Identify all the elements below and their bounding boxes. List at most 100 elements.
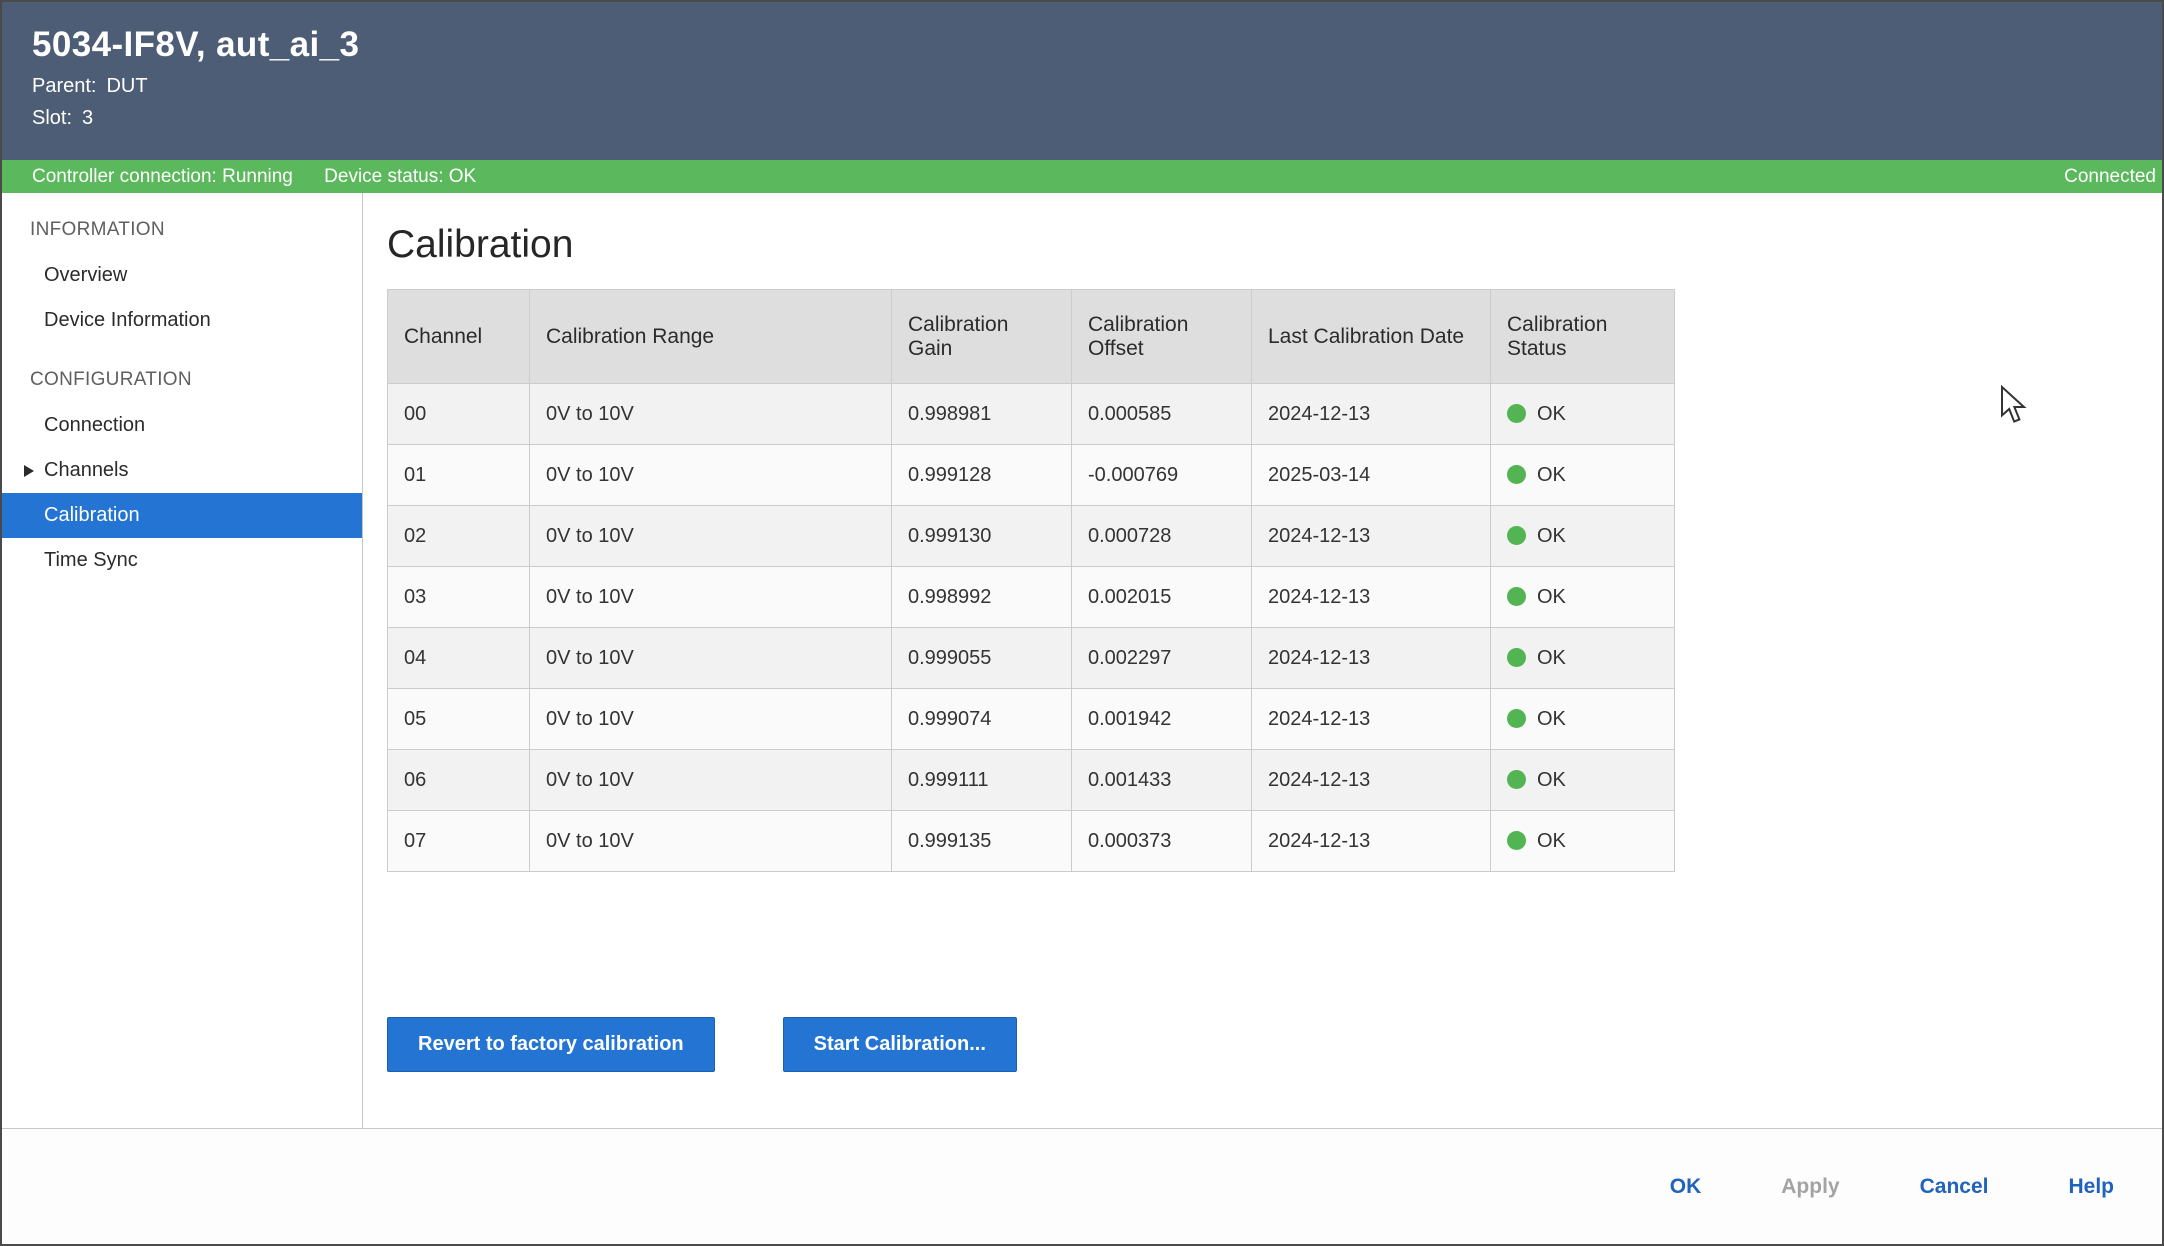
- cell-channel: 04: [388, 628, 530, 689]
- main-panel: Calibration ChannelCalibration RangeCali…: [363, 193, 2162, 1128]
- cell-range: 0V to 10V: [530, 567, 892, 628]
- table-row: 060V to 10V0.9991110.0014332024-12-13OK: [388, 750, 1675, 811]
- sidebar-item-channels[interactable]: Channels: [2, 448, 362, 493]
- cell-gain: 0.998981: [892, 384, 1072, 445]
- cell-date: 2024-12-13: [1252, 506, 1491, 567]
- cell-status: OK: [1491, 567, 1675, 628]
- cell-range: 0V to 10V: [530, 750, 892, 811]
- revert-factory-calibration-button[interactable]: Revert to factory calibration: [387, 1017, 715, 1072]
- action-button-row: Revert to factory calibration Start Cali…: [387, 1017, 2162, 1072]
- cell-channel: 07: [388, 811, 530, 872]
- ok-button[interactable]: OK: [1670, 1175, 1702, 1199]
- cell-channel: 00: [388, 384, 530, 445]
- cell-status: OK: [1491, 628, 1675, 689]
- cell-gain: 0.999074: [892, 689, 1072, 750]
- help-button[interactable]: Help: [2068, 1175, 2114, 1199]
- cell-date: 2025-03-14: [1252, 445, 1491, 506]
- slot-value: 3: [82, 107, 93, 129]
- parent-label: Parent:: [32, 75, 96, 97]
- sidebar-item-label: Time Sync: [44, 549, 138, 571]
- cell-status: OK: [1491, 689, 1675, 750]
- calibration-table: ChannelCalibration RangeCalibration Gain…: [387, 289, 1675, 872]
- apply-button[interactable]: Apply: [1781, 1175, 1839, 1199]
- cell-channel: 01: [388, 445, 530, 506]
- header-row: ChannelCalibration RangeCalibration Gain…: [388, 290, 1675, 384]
- status-ok-icon: [1507, 404, 1526, 423]
- cell-gain: 0.999055: [892, 628, 1072, 689]
- column-header-gain: Calibration Gain: [892, 290, 1072, 384]
- cell-offset: 0.002297: [1072, 628, 1252, 689]
- table-row: 000V to 10V0.9989810.0005852024-12-13OK: [388, 384, 1675, 445]
- cell-status: OK: [1491, 506, 1675, 567]
- cell-range: 0V to 10V: [530, 689, 892, 750]
- status-ok-icon: [1507, 709, 1526, 728]
- cell-range: 0V to 10V: [530, 811, 892, 872]
- cell-channel: 05: [388, 689, 530, 750]
- device-header: 5034-IF8V, aut_ai_3 Parent:DUT Slot:3: [2, 2, 2162, 160]
- cell-status: OK: [1491, 384, 1675, 445]
- table-row: 010V to 10V0.999128-0.0007692025-03-14OK: [388, 445, 1675, 506]
- connected-indicator: Connected: [2064, 166, 2156, 188]
- dialog-footer: OK Apply Cancel Help: [2, 1128, 2162, 1244]
- table-row: 020V to 10V0.9991300.0007282024-12-13OK: [388, 506, 1675, 567]
- calibration-table-head: ChannelCalibration RangeCalibration Gain…: [388, 290, 1675, 384]
- cell-offset: 0.002015: [1072, 567, 1252, 628]
- status-bar: Controller connection: Running Device st…: [2, 160, 2162, 193]
- cell-offset: 0.001942: [1072, 689, 1252, 750]
- table-row: 040V to 10V0.9990550.0022972024-12-13OK: [388, 628, 1675, 689]
- cell-date: 2024-12-13: [1252, 689, 1491, 750]
- sidebar-item-label: Calibration: [44, 504, 140, 526]
- content-area: INFORMATIONOverview Device Information CON…: [2, 193, 2162, 1128]
- cell-offset: 0.000728: [1072, 506, 1252, 567]
- cell-date: 2024-12-13: [1252, 750, 1491, 811]
- page-title: Calibration: [387, 223, 2162, 267]
- start-calibration-button[interactable]: Start Calibration...: [783, 1017, 1017, 1072]
- column-header-offset: Calibration Offset: [1072, 290, 1252, 384]
- device-title: 5034-IF8V, aut_ai_3: [32, 24, 2132, 66]
- cell-range: 0V to 10V: [530, 506, 892, 567]
- sidebar-section-heading: INFORMATION: [2, 207, 362, 253]
- cell-offset: 0.000585: [1072, 384, 1252, 445]
- column-header-range: Calibration Range: [530, 290, 892, 384]
- cell-date: 2024-12-13: [1252, 384, 1491, 445]
- app-window: 5034-IF8V, aut_ai_3 Parent:DUT Slot:3 Co…: [0, 0, 2164, 1246]
- cell-status: OK: [1491, 750, 1675, 811]
- status-bar-left: Controller connection: Running Device st…: [32, 166, 476, 188]
- sidebar-nav: INFORMATIONOverview Device Information CON…: [2, 193, 363, 1128]
- table-row: 070V to 10V0.9991350.0003732024-12-13OK: [388, 811, 1675, 872]
- cell-date: 2024-12-13: [1252, 567, 1491, 628]
- cell-gain: 0.999135: [892, 811, 1072, 872]
- cell-range: 0V to 10V: [530, 384, 892, 445]
- cell-status: OK: [1491, 811, 1675, 872]
- cell-channel: 02: [388, 506, 530, 567]
- sidebar-section-heading: CONFIGURATION: [2, 357, 362, 403]
- cell-offset: -0.000769: [1072, 445, 1252, 506]
- sidebar-item-calibration[interactable]: Calibration: [2, 493, 362, 538]
- status-ok-icon: [1507, 526, 1526, 545]
- expander-arrow-icon[interactable]: [24, 465, 34, 477]
- sidebar-item-device-information[interactable]: Device Information: [2, 298, 362, 343]
- sidebar-item-label: Channels: [44, 459, 129, 481]
- cell-status: OK: [1491, 445, 1675, 506]
- cell-range: 0V to 10V: [530, 628, 892, 689]
- sidebar-item-time-sync[interactable]: Time Sync: [2, 538, 362, 583]
- cell-channel: 06: [388, 750, 530, 811]
- status-ok-icon: [1507, 648, 1526, 667]
- status-ok-icon: [1507, 770, 1526, 789]
- status-ok-icon: [1507, 831, 1526, 850]
- sidebar-item-overview[interactable]: Overview: [2, 253, 362, 298]
- sidebar-item-label: Device Information: [44, 309, 211, 331]
- cell-offset: 0.001433: [1072, 750, 1252, 811]
- table-row: 030V to 10V0.9989920.0020152024-12-13OK: [388, 567, 1675, 628]
- parent-row: Parent:DUT: [32, 75, 2132, 98]
- cell-gain: 0.998992: [892, 567, 1072, 628]
- cell-gain: 0.999128: [892, 445, 1072, 506]
- column-header-status: Calibration Status: [1491, 290, 1675, 384]
- sidebar-item-connection[interactable]: Connection: [2, 403, 362, 448]
- cell-range: 0V to 10V: [530, 445, 892, 506]
- cell-gain: 0.999111: [892, 750, 1072, 811]
- cancel-button[interactable]: Cancel: [1920, 1175, 1989, 1199]
- status-ok-icon: [1507, 587, 1526, 606]
- cell-gain: 0.999130: [892, 506, 1072, 567]
- table-row: 050V to 10V0.9990740.0019422024-12-13OK: [388, 689, 1675, 750]
